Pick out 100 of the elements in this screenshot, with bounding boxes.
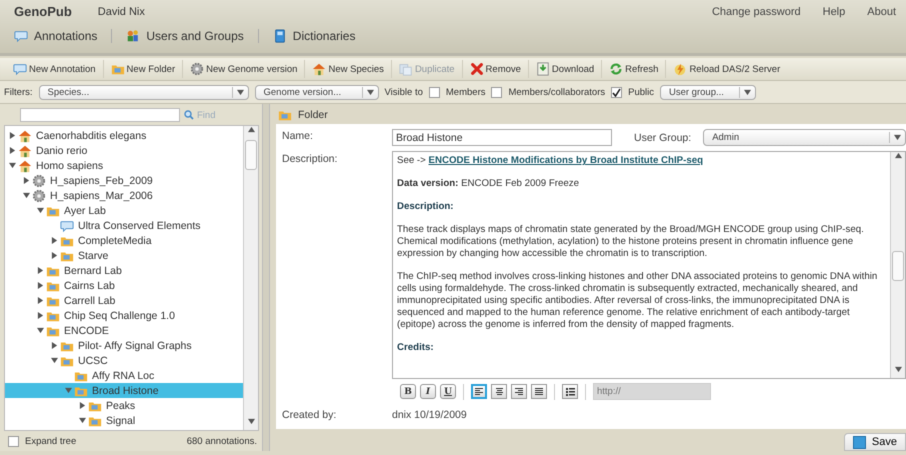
scrollbar[interactable] (243, 126, 258, 430)
tree-item[interactable]: Homo sapiens (5, 158, 243, 173)
align-right-button[interactable] (511, 384, 527, 400)
expand-arrow-icon[interactable] (37, 297, 44, 304)
checkbox-label: Public (628, 86, 654, 98)
user-group-dropdown[interactable]: User group... (660, 84, 756, 100)
toolbar-button[interactable]: Reload DAS/2 Server (666, 60, 788, 78)
scrollbar[interactable] (890, 152, 905, 378)
scroll-thumb[interactable] (245, 140, 257, 170)
description-link[interactable]: ENCODE Histone Modifications by Broad Institute ChIP-seq (428, 155, 704, 166)
expand-arrow-icon[interactable] (37, 312, 44, 319)
tree-item[interactable]: Broad Histone (5, 383, 243, 398)
expand-arrow-icon[interactable] (51, 342, 58, 349)
expand-arrow-icon[interactable] (9, 147, 16, 154)
toolbar-button[interactable]: Remove (462, 60, 529, 78)
lines-icon (534, 388, 544, 396)
collapse-arrow-icon[interactable] (37, 327, 44, 334)
save-button[interactable]: Save (844, 433, 906, 451)
tree-item[interactable]: Cairns Lab (5, 278, 243, 293)
tree-item[interactable]: Bernard Lab (5, 263, 243, 278)
scroll-down-arrow-icon[interactable] (248, 418, 254, 425)
expand-arrow-icon[interactable] (37, 282, 44, 289)
tree-item[interactable]: Affy RNA Loc (5, 368, 243, 383)
user-name: David Nix (98, 6, 145, 18)
description-heading: Description: (397, 201, 455, 214)
format-button[interactable]: I (420, 384, 436, 400)
format-button[interactable]: U (440, 384, 456, 400)
collapse-arrow-icon[interactable] (23, 192, 30, 199)
description-editor[interactable] (392, 151, 906, 380)
expand-tree-label: Expand tree (25, 436, 76, 446)
header-link[interactable]: About (867, 6, 896, 18)
toolbar-button[interactable]: New Genome version (183, 60, 306, 78)
collapse-arrow-icon[interactable] (37, 207, 44, 214)
checkbox[interactable] (611, 86, 622, 98)
nav-tab[interactable]: Dictionaries (272, 29, 370, 43)
panel-title: Folder (298, 109, 328, 121)
gear-icon (32, 188, 46, 202)
filters-label: Filters: (4, 86, 32, 98)
toolbar-button[interactable]: Refresh (602, 60, 666, 78)
tree-item[interactable]: Carrell Lab (5, 293, 243, 308)
collapse-arrow-icon[interactable] (79, 417, 86, 424)
tree-item[interactable]: H_sapiens_Feb_2009 (5, 173, 243, 188)
book-icon (272, 29, 287, 43)
checkbox[interactable] (491, 86, 502, 98)
nav-tab[interactable]: Users and Groups (126, 29, 259, 43)
bullet-list-icon (566, 388, 574, 396)
toolbar-button[interactable]: New Folder (104, 60, 184, 78)
tree-item[interactable]: CompleteMedia (5, 233, 243, 248)
collapse-arrow-icon[interactable] (65, 387, 72, 394)
align-justify-button[interactable] (531, 384, 547, 400)
scroll-down-arrow-icon[interactable] (894, 366, 902, 374)
genome-version-dropdown[interactable]: Genome version... (254, 84, 378, 100)
tree-item[interactable]: Danio rerio (5, 143, 243, 158)
tree-item[interactable]: Pilot- Affy Signal Graphs (5, 338, 243, 353)
tree-item[interactable]: Ultra Conserved Elements (5, 218, 243, 233)
format-button[interactable]: B (400, 384, 416, 400)
scroll-up-arrow-icon[interactable] (894, 152, 902, 160)
description-paragraph: These track displays maps of chromatin state generated by the Broad/MGH ENCODE group using ChIP-seq. Chemical modifications (methylation, acylation) to the histone proteins present in chromatin influence gene expression by changing how accessible the chromatin is to transcription. (397, 224, 865, 260)
tree-item[interactable]: UCSC (5, 353, 243, 368)
tree-item[interactable]: H_sapiens_Mar_2006 (5, 188, 243, 203)
expand-arrow-icon[interactable] (51, 237, 58, 244)
checkbox[interactable] (428, 86, 440, 98)
search-field[interactable] (20, 108, 180, 122)
toolbar-button[interactable]: New Species (305, 60, 392, 78)
align-center-button[interactable] (491, 384, 507, 400)
expand-arrow-icon[interactable] (51, 252, 58, 259)
expand-arrow-icon[interactable] (79, 402, 86, 409)
collapse-arrow-icon[interactable] (9, 162, 16, 169)
tree-item[interactable]: Caenorhabditis elegans (5, 128, 243, 143)
expand-arrow-icon[interactable] (37, 267, 44, 274)
scroll-thumb[interactable] (892, 251, 904, 282)
checkbox[interactable] (8, 436, 19, 446)
expand-arrow-icon[interactable] (9, 132, 16, 139)
tree-item[interactable]: Peaks (5, 398, 243, 413)
header-link[interactable]: Help (822, 6, 846, 18)
house-icon (18, 158, 32, 172)
tree-item[interactable]: Signal (5, 413, 243, 428)
tree-item[interactable]: Ayer Lab (5, 203, 243, 218)
name-label: Name: (282, 129, 314, 144)
annotation-count: 680 annotations. (186, 436, 257, 446)
toolbar-button[interactable]: Download (528, 60, 602, 78)
bullet-list-button[interactable] (562, 384, 578, 400)
align-left-button[interactable] (471, 384, 487, 400)
scroll-up-arrow-icon[interactable] (248, 126, 254, 133)
tree-item[interactable]: Starve (5, 248, 243, 263)
search-icon (184, 110, 194, 120)
caret-icon (894, 134, 901, 142)
speech-bubble-icon (60, 218, 74, 232)
save-icon (852, 436, 866, 448)
header-link[interactable]: Change password (712, 6, 801, 18)
user-group-select[interactable]: Admin (703, 129, 906, 146)
nav-tab[interactable]: Annotations (14, 29, 112, 43)
expand-arrow-icon[interactable] (23, 177, 30, 184)
tree-item[interactable]: ENCODE (5, 323, 243, 338)
name-field[interactable]: Broad Histone (392, 129, 612, 146)
collapse-arrow-icon[interactable] (51, 357, 58, 364)
tree-item[interactable]: Chip Seq Challenge 1.0 (5, 308, 243, 323)
species-dropdown[interactable]: Species... (38, 84, 248, 100)
lines-icon (474, 388, 484, 396)
toolbar-button[interactable]: New Annotation (6, 60, 104, 78)
